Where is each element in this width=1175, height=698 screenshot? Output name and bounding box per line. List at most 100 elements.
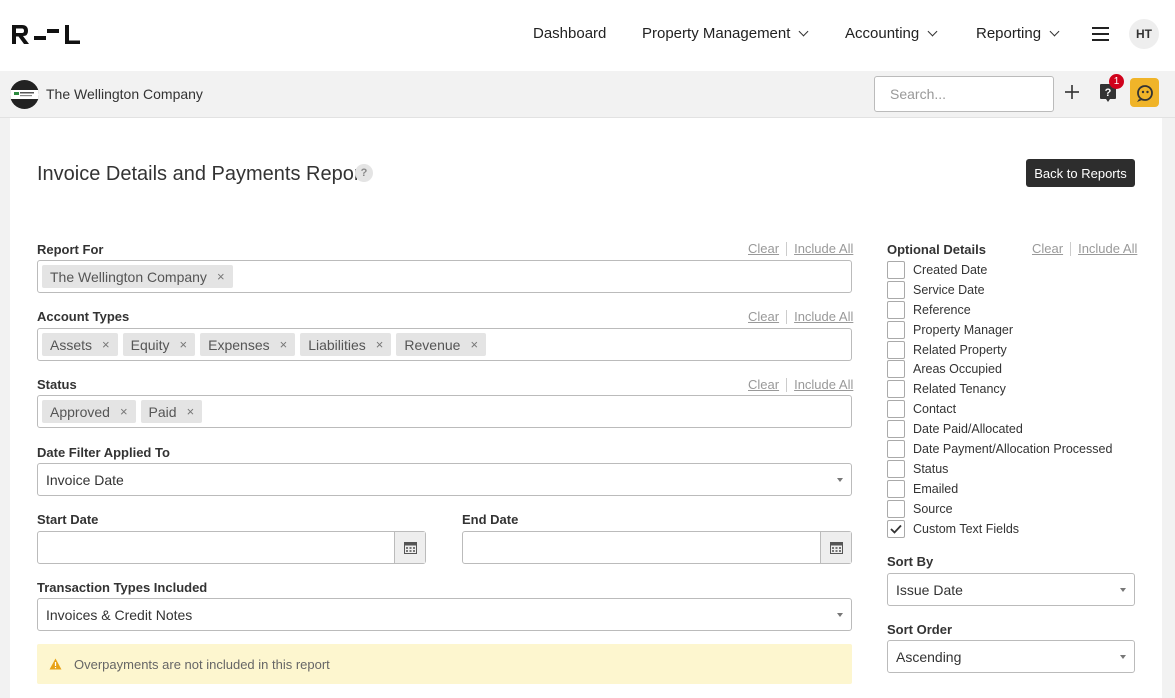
checkbox[interactable] [887, 439, 905, 458]
remove-icon[interactable]: × [217, 269, 225, 284]
hamburger-menu-icon[interactable] [1092, 27, 1109, 41]
chevron-down-icon [927, 26, 938, 37]
optional-detail-label: Date Payment/Allocation Processed [913, 441, 1113, 456]
account-types-select[interactable]: Assets × Equity × Expenses × Liabilities × R… [37, 328, 852, 361]
caret-down-icon [837, 613, 843, 617]
optional-detail-row[interactable]: Property Manager [887, 320, 1112, 340]
assistant-icon [1136, 84, 1153, 102]
nav-reporting[interactable]: Reporting [976, 25, 1060, 42]
optional-detail-label: Custom Text Fields [913, 521, 1020, 536]
chevron-down-icon [1049, 26, 1060, 37]
start-date-field[interactable] [38, 532, 394, 563]
clear-link[interactable]: Clear [748, 309, 779, 324]
optional-details-actions: Clear Include All [1032, 241, 1137, 256]
alert-text: Overpayments are not included in this re… [74, 656, 330, 672]
checkbox[interactable] [887, 340, 905, 359]
nav-accounting[interactable]: Accounting [845, 25, 938, 42]
caret-down-icon [1120, 655, 1126, 659]
optional-detail-row[interactable]: Date Paid/Allocated [887, 419, 1112, 439]
remove-icon[interactable]: × [470, 337, 478, 352]
end-date-input[interactable] [462, 531, 852, 564]
include-all-link[interactable]: Include All [794, 241, 853, 256]
checkbox[interactable] [887, 320, 905, 339]
nav-property-management[interactable]: Property Management [642, 25, 809, 42]
date-filter-label: Date Filter Applied To [37, 445, 170, 460]
calendar-icon[interactable] [820, 532, 851, 563]
optional-detail-label: Property Manager [913, 322, 1014, 337]
optional-detail-row[interactable]: Source [887, 499, 1112, 519]
status-label: Status [37, 377, 77, 392]
optional-detail-row[interactable]: Created Date [887, 260, 1112, 280]
svg-text:?: ? [1105, 87, 1112, 99]
remove-icon[interactable]: × [102, 337, 110, 352]
remove-icon[interactable]: × [180, 337, 188, 352]
top-navbar: Dashboard Property Management Accounting… [0, 0, 1175, 71]
include-all-link[interactable]: Include All [794, 309, 853, 324]
optional-detail-row[interactable]: Areas Occupied [887, 359, 1112, 379]
optional-details-label: Optional Details [887, 242, 986, 257]
checkbox[interactable] [887, 280, 905, 299]
optional-detail-row[interactable]: Contact [887, 399, 1112, 419]
optional-detail-row[interactable]: Service Date [887, 280, 1112, 300]
clear-link[interactable]: Clear [748, 377, 779, 392]
clear-link[interactable]: Clear [1032, 241, 1063, 256]
question-icon[interactable]: ? [355, 164, 373, 182]
optional-detail-row[interactable]: Emailed [887, 479, 1112, 499]
checkbox[interactable] [887, 300, 905, 319]
transaction-types-label: Transaction Types Included [37, 580, 208, 595]
clear-link[interactable]: Clear [748, 241, 779, 256]
end-date-field[interactable] [463, 532, 820, 563]
checkbox[interactable] [887, 519, 905, 538]
start-date-label: Start Date [37, 512, 99, 527]
optional-detail-label: Source [913, 501, 953, 516]
remove-icon[interactable]: × [280, 337, 288, 352]
optional-detail-label: Status [913, 461, 949, 476]
optional-detail-row[interactable]: Status [887, 459, 1112, 479]
remove-icon[interactable]: × [187, 404, 195, 419]
optional-details-list: Created Date Service Date Reference Propert… [887, 260, 1112, 538]
checkbox[interactable] [887, 400, 905, 419]
sort-order-select[interactable]: Ascending [887, 640, 1135, 673]
checkbox[interactable] [887, 479, 905, 498]
checkbox[interactable] [887, 459, 905, 478]
warning-icon [49, 658, 62, 670]
back-to-reports-button[interactable]: Back to Reports [1026, 159, 1135, 187]
optional-detail-row[interactable]: Reference [887, 300, 1112, 320]
optional-detail-label: Contact [913, 402, 957, 417]
search-input[interactable] [874, 76, 1054, 112]
include-all-link[interactable]: Include All [794, 377, 853, 392]
user-avatar[interactable]: HT [1129, 19, 1159, 49]
tag: Revenue × [396, 333, 487, 356]
checkbox[interactable] [887, 380, 905, 399]
include-all-link[interactable]: Include All [1078, 241, 1137, 256]
notification-badge: 1 [1109, 74, 1124, 89]
transaction-types-value: Invoices & Credit Notes [46, 606, 193, 623]
checkbox[interactable] [887, 260, 905, 279]
checkbox[interactable] [887, 420, 905, 439]
optional-detail-label: Emailed [913, 481, 959, 496]
date-filter-select[interactable]: Invoice Date [37, 463, 852, 496]
checkbox[interactable] [887, 499, 905, 518]
sort-order-label: Sort Order [887, 622, 953, 637]
report-for-select[interactable]: The Wellington Company × [37, 260, 852, 293]
sort-order-value: Ascending [896, 648, 962, 665]
rl-logo[interactable] [10, 23, 82, 46]
remove-icon[interactable]: × [120, 404, 128, 419]
assistant-button[interactable] [1130, 78, 1159, 107]
nav-dashboard[interactable]: Dashboard [533, 25, 606, 42]
optional-detail-row[interactable]: Custom Text Fields [887, 519, 1112, 539]
company-bar: The Wellington Company ? 1 [0, 71, 1175, 118]
sort-by-select[interactable]: Issue Date [887, 573, 1135, 606]
status-select[interactable]: Approved × Paid × [37, 395, 852, 428]
checkbox[interactable] [887, 360, 905, 379]
optional-detail-row[interactable]: Related Tenancy [887, 379, 1112, 399]
optional-detail-label: Reference [913, 302, 971, 317]
transaction-types-select[interactable]: Invoices & Credit Notes [37, 598, 852, 631]
optional-detail-row[interactable]: Date Payment/Allocation Processed [887, 439, 1112, 459]
add-icon[interactable] [1064, 84, 1080, 100]
start-date-input[interactable] [37, 531, 426, 564]
calendar-icon[interactable] [394, 532, 425, 563]
optional-detail-row[interactable]: Related Property [887, 340, 1112, 360]
remove-icon[interactable]: × [376, 337, 384, 352]
end-date-label: End Date [462, 512, 519, 527]
